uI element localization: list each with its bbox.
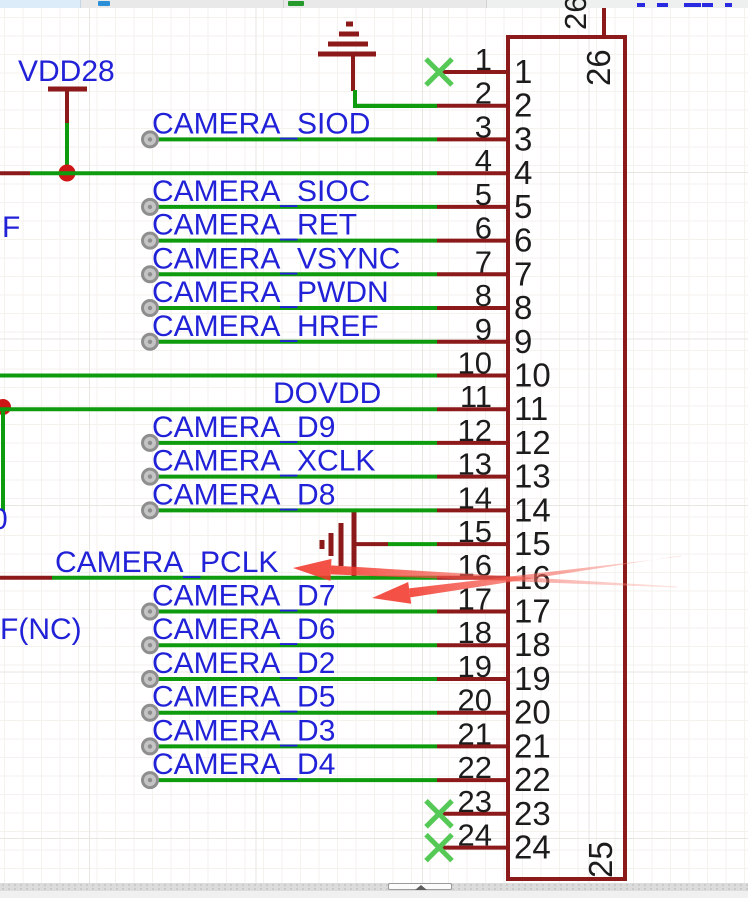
net-label-cut-upper[interactable]: F bbox=[2, 211, 20, 244]
net-label[interactable]: CAMERA_PWDN bbox=[152, 276, 389, 309]
pin-number-outside: 1 bbox=[475, 42, 492, 77]
pin-number-outside: 24 bbox=[458, 818, 492, 853]
net-label[interactable]: CAMERA_D7 bbox=[152, 580, 335, 613]
net-label-cut-lower[interactable]: F(NC) bbox=[0, 613, 82, 646]
net-label[interactable]: CAMERA_D5 bbox=[152, 681, 335, 714]
pin-name-inside: 19 bbox=[514, 660, 551, 697]
pin-number-outside: 6 bbox=[475, 211, 492, 246]
pin-name-inside: 15 bbox=[514, 525, 551, 562]
pin-number-outside: 13 bbox=[458, 447, 492, 482]
net-label[interactable]: CAMERA_D9 bbox=[152, 411, 335, 444]
net-label[interactable]: CAMERA_PCLK bbox=[55, 546, 278, 579]
pin-name-inside: 24 bbox=[514, 829, 551, 866]
pin-name-inside: 11 bbox=[514, 390, 548, 427]
net-label[interactable]: CAMERA_D8 bbox=[152, 478, 335, 511]
pin-number-outside: 21 bbox=[458, 716, 492, 751]
pin-name-inside: 6 bbox=[514, 222, 532, 259]
net-label[interactable]: CAMERA_VSYNC bbox=[152, 242, 400, 275]
pin-number-outside: 7 bbox=[475, 244, 492, 279]
pin-number-outside: 8 bbox=[475, 278, 492, 313]
pin-number-outside: 18 bbox=[458, 615, 492, 650]
pin-number-outside: 3 bbox=[475, 109, 492, 144]
net-label-vdd28[interactable]: VDD28 bbox=[18, 55, 115, 88]
net-label[interactable]: CAMERA_D3 bbox=[152, 714, 335, 747]
pin-name-inside: 5 bbox=[514, 188, 532, 225]
pin-number-outside: 20 bbox=[458, 683, 492, 718]
pin-name-inside: 13 bbox=[514, 458, 551, 495]
net-label[interactable]: DOVDD bbox=[273, 377, 381, 410]
pin-name-inside: 23 bbox=[514, 795, 551, 832]
net-label[interactable]: CAMERA_SIOC bbox=[152, 175, 370, 208]
window-bottom-strip bbox=[0, 891, 748, 898]
pin-26-name-inside: 26 bbox=[580, 49, 617, 86]
pin-number-outside: 2 bbox=[475, 76, 492, 111]
pin-name-inside: 12 bbox=[514, 424, 551, 461]
pin-number-outside: 9 bbox=[475, 312, 492, 347]
net-label[interactable]: CAMERA_XCLK bbox=[152, 445, 375, 478]
pin-number-outside: 19 bbox=[458, 649, 492, 684]
pin-name-inside: 20 bbox=[514, 694, 551, 731]
scrollbar-thumb[interactable] bbox=[388, 883, 452, 890]
wire-gnd-to-pin2[interactable] bbox=[355, 90, 437, 106]
pin-number-outside: 5 bbox=[475, 177, 492, 212]
pin-number-outside: 12 bbox=[458, 413, 492, 448]
pin-25-name-inside: 25 bbox=[582, 841, 619, 878]
pin-number-outside: 4 bbox=[475, 143, 492, 178]
pin-name-inside: 21 bbox=[514, 727, 551, 764]
net-label-cut-fragment: 0 bbox=[0, 503, 8, 536]
net-label[interactable]: CAMERA_RET bbox=[152, 209, 357, 242]
pin-name-inside: 3 bbox=[514, 120, 532, 157]
pin-26-number-outside: 26 bbox=[558, 0, 593, 30]
pin-name-inside: 10 bbox=[514, 357, 551, 394]
pin-row-2[interactable]: 22 bbox=[355, 76, 532, 124]
pin-rows[interactable]: 112233CAMERA_SIOD4455CAMERA_SIOC66CAMERA… bbox=[0, 42, 551, 866]
net-label[interactable]: CAMERA_D4 bbox=[152, 748, 335, 781]
pin-name-inside: 17 bbox=[514, 593, 551, 630]
net-label[interactable]: CAMERA_D6 bbox=[152, 613, 335, 646]
vdd28-power-symbol[interactable]: VDD28 bbox=[18, 55, 115, 182]
pin-number-outside: 10 bbox=[458, 346, 492, 381]
pin-number-outside: 11 bbox=[460, 379, 492, 414]
pin-name-inside: 1 bbox=[514, 53, 532, 90]
pin-number-outside: 23 bbox=[458, 784, 492, 819]
pin-name-inside: 9 bbox=[514, 323, 532, 360]
pin-number-outside: 14 bbox=[458, 480, 492, 515]
net-label[interactable]: CAMERA_HREF bbox=[152, 310, 379, 343]
horizontal-scrollbar[interactable] bbox=[0, 883, 748, 891]
ground-symbol-top[interactable] bbox=[318, 24, 376, 91]
pin-name-inside: 4 bbox=[514, 154, 532, 191]
pin-name-inside: 22 bbox=[514, 761, 551, 798]
pin-name-inside: 18 bbox=[514, 626, 551, 663]
net-label[interactable]: CAMERA_SIOD bbox=[152, 107, 370, 140]
pin-number-outside: 15 bbox=[458, 514, 492, 549]
pin-name-inside: 14 bbox=[514, 491, 551, 528]
pin-name-inside: 2 bbox=[514, 87, 532, 124]
pin-name-inside: 7 bbox=[514, 255, 532, 292]
net-label[interactable]: CAMERA_D2 bbox=[152, 647, 335, 680]
schematic-canvas[interactable]: VDD28 F F(NC) 0 26 26 25 112233CAMERA_SI… bbox=[0, 0, 748, 898]
scrollbar-grip-icon bbox=[415, 885, 427, 890]
pin-number-outside: 22 bbox=[458, 750, 492, 785]
pin-name-inside: 8 bbox=[514, 289, 532, 326]
